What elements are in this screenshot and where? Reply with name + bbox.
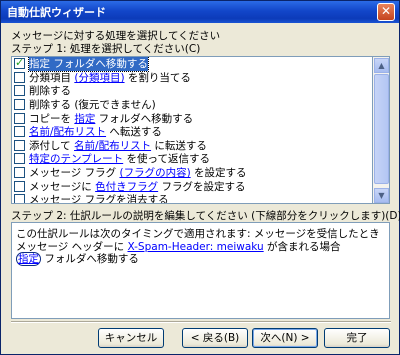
rules-wizard-dialog: 自動仕訳ウィザード ✕ メッセージに対する処理を選択してください ステップ 1:… xyxy=(0,0,400,355)
action-list[interactable]: 指定 フォルダへ移動する分類項目 (分類項目) を割り当てる削除する削除する (… xyxy=(11,56,373,204)
action-text: コピーを xyxy=(29,112,75,125)
description-line-1: この仕訳ルールは次のタイミングで適用されます: メッセージを受信したとき xyxy=(16,228,380,240)
scroll-thumb[interactable] xyxy=(374,74,389,184)
cancel-button[interactable]: キャンセル xyxy=(98,328,164,348)
action-checkbox[interactable] xyxy=(14,85,25,97)
description-line-2: メッセージ ヘッダーに X-Spam-Header: meiwaku が含まれる… xyxy=(16,239,385,253)
action-checkbox[interactable] xyxy=(14,180,25,192)
scroll-up-button[interactable]: ▲ xyxy=(374,58,389,73)
action-checkbox[interactable] xyxy=(14,71,25,83)
action-checkbox[interactable] xyxy=(14,126,25,138)
action-label: メッセージ フラグを消去する xyxy=(29,192,169,204)
action-checkbox[interactable] xyxy=(14,112,25,124)
action-item[interactable]: 名前/配布リスト へ転送する xyxy=(12,125,372,139)
finish-button[interactable]: 完了 xyxy=(324,328,390,348)
action-item[interactable]: 削除する xyxy=(12,84,372,98)
action-list-scrollbar[interactable]: ▲ ▼ xyxy=(373,56,390,204)
action-text: 添付して xyxy=(29,139,75,152)
action-item[interactable]: メッセージ フラグを消去する xyxy=(12,192,372,204)
description-text: フォルダへ移動する xyxy=(41,253,139,265)
separator xyxy=(11,321,391,323)
action-checkbox[interactable] xyxy=(14,167,25,179)
action-link[interactable]: 特定のテンプレート xyxy=(29,153,123,165)
action-text: メッセージ フラグを消去する xyxy=(29,194,169,204)
action-text: フラグを設定する xyxy=(158,180,246,193)
action-text: に転送する xyxy=(151,139,207,152)
action-checkbox[interactable] xyxy=(14,57,25,70)
action-checkbox[interactable] xyxy=(14,153,25,165)
window-title: 自動仕訳ウィザード xyxy=(7,6,106,19)
close-button[interactable]: ✕ xyxy=(377,3,395,21)
step1-label: ステップ 1: 処理を選択してください(C) xyxy=(11,43,201,55)
description-text: が含まれる場合 xyxy=(263,240,341,253)
action-item[interactable]: 分類項目 (分類項目) を割り当てる xyxy=(12,71,372,85)
title-bar: 自動仕訳ウィザード ✕ xyxy=(1,1,399,23)
action-item[interactable]: コピーを 指定 フォルダへ移動する xyxy=(12,111,372,125)
rule-description: この仕訳ルールは次のタイミングで適用されます: メッセージを受信したとき メッセ… xyxy=(11,222,390,319)
action-text: メッセージ フラグ xyxy=(29,167,120,180)
next-button[interactable]: 次へ(N) > xyxy=(252,328,318,348)
action-link[interactable]: 指定 xyxy=(74,113,95,125)
step2-label: ステップ 2: 仕訳ルールの説明を編集してください (下線部分をクリックします)… xyxy=(11,210,400,222)
folder-link[interactable]: 指定 xyxy=(16,252,41,266)
action-item[interactable]: 指定 フォルダへ移動する xyxy=(12,57,372,73)
action-item[interactable]: 削除する (復元できません) xyxy=(12,98,372,112)
action-text: へ転送する xyxy=(106,126,162,139)
action-text: を設定する xyxy=(190,167,247,180)
action-link[interactable]: (分類項目) xyxy=(74,72,124,84)
action-item[interactable]: 添付して 名前/配布リスト に転送する xyxy=(12,139,372,153)
action-link[interactable]: (フラグの内容) xyxy=(119,167,190,179)
action-item[interactable]: メッセージ フラグ (フラグの内容) を設定する xyxy=(12,166,372,180)
action-text: 削除する (復元できません) xyxy=(29,99,156,112)
action-link[interactable]: 名前/配布リスト xyxy=(74,140,151,152)
header-text-link[interactable]: X-Spam-Header: meiwaku xyxy=(127,241,263,253)
action-text: 削除する xyxy=(29,85,71,98)
action-checkbox[interactable] xyxy=(14,99,25,111)
scroll-down-button[interactable]: ▼ xyxy=(374,188,389,203)
action-item[interactable]: メッセージに 色付きフラグ フラグを設定する xyxy=(12,179,372,193)
action-item[interactable]: 特定のテンプレート を使って返信する xyxy=(12,152,372,166)
action-text: フォルダへ移動する xyxy=(95,112,194,125)
action-text: 指定 フォルダへ移動する xyxy=(29,58,148,71)
action-text: 分類項目 xyxy=(29,71,75,84)
action-text: を使って返信する xyxy=(123,153,210,166)
action-checkbox[interactable] xyxy=(14,194,25,203)
back-button[interactable]: < 戻る(B) xyxy=(182,328,248,348)
action-link[interactable]: 色付きフラグ xyxy=(95,181,158,193)
action-text: を割り当てる xyxy=(124,71,191,84)
action-text: メッセージに xyxy=(29,180,96,193)
action-checkbox[interactable] xyxy=(14,139,25,151)
action-link[interactable]: 名前/配布リスト xyxy=(29,126,106,138)
